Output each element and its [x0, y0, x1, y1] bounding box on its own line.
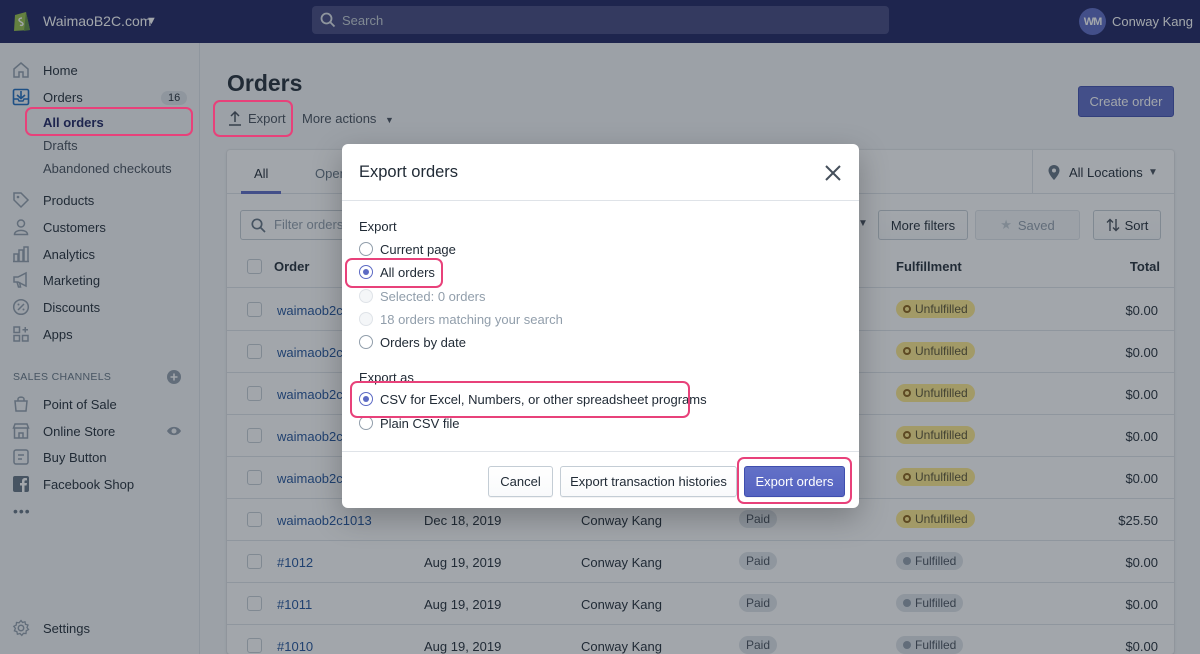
radio-button[interactable]: [359, 335, 373, 349]
radio-label: 18 orders matching your search: [380, 311, 563, 327]
dialog-footer: Cancel Export transaction histories Expo…: [342, 451, 859, 508]
dialog-header: Export orders: [342, 144, 859, 201]
radio-all-orders[interactable]: All orders: [359, 263, 435, 281]
radio-selected-orders: Selected: 0 orders: [359, 287, 486, 305]
radio-button-disabled: [359, 289, 373, 303]
radio-matching-orders: 18 orders matching your search: [359, 310, 563, 328]
radio-label: Current page: [380, 241, 456, 257]
dialog-title: Export orders: [359, 163, 459, 181]
radio-button-disabled: [359, 312, 373, 326]
radio-button[interactable]: [359, 416, 373, 430]
export-group-label: Export: [359, 219, 397, 234]
radio-button-selected[interactable]: [359, 265, 373, 279]
radio-label: All orders: [380, 264, 435, 280]
export-as-group-label: Export as: [359, 370, 414, 385]
cancel-button[interactable]: Cancel: [488, 466, 553, 497]
radio-label: CSV for Excel, Numbers, or other spreads…: [380, 391, 707, 407]
radio-button-selected[interactable]: [359, 392, 373, 406]
radio-csv-excel[interactable]: CSV for Excel, Numbers, or other spreads…: [359, 390, 707, 408]
export-orders-dialog: Export orders Export Current page All or…: [342, 144, 859, 508]
close-icon[interactable]: [823, 163, 843, 183]
radio-button[interactable]: [359, 242, 373, 256]
radio-label: Orders by date: [380, 334, 466, 350]
export-orders-button[interactable]: Export orders: [744, 466, 845, 497]
radio-orders-by-date[interactable]: Orders by date: [359, 333, 466, 351]
radio-label: Selected: 0 orders: [380, 288, 486, 304]
radio-current-page[interactable]: Current page: [359, 240, 456, 258]
radio-label: Plain CSV file: [380, 415, 460, 431]
export-transaction-histories-button[interactable]: Export transaction histories: [560, 466, 737, 497]
radio-plain-csv[interactable]: Plain CSV file: [359, 414, 459, 432]
